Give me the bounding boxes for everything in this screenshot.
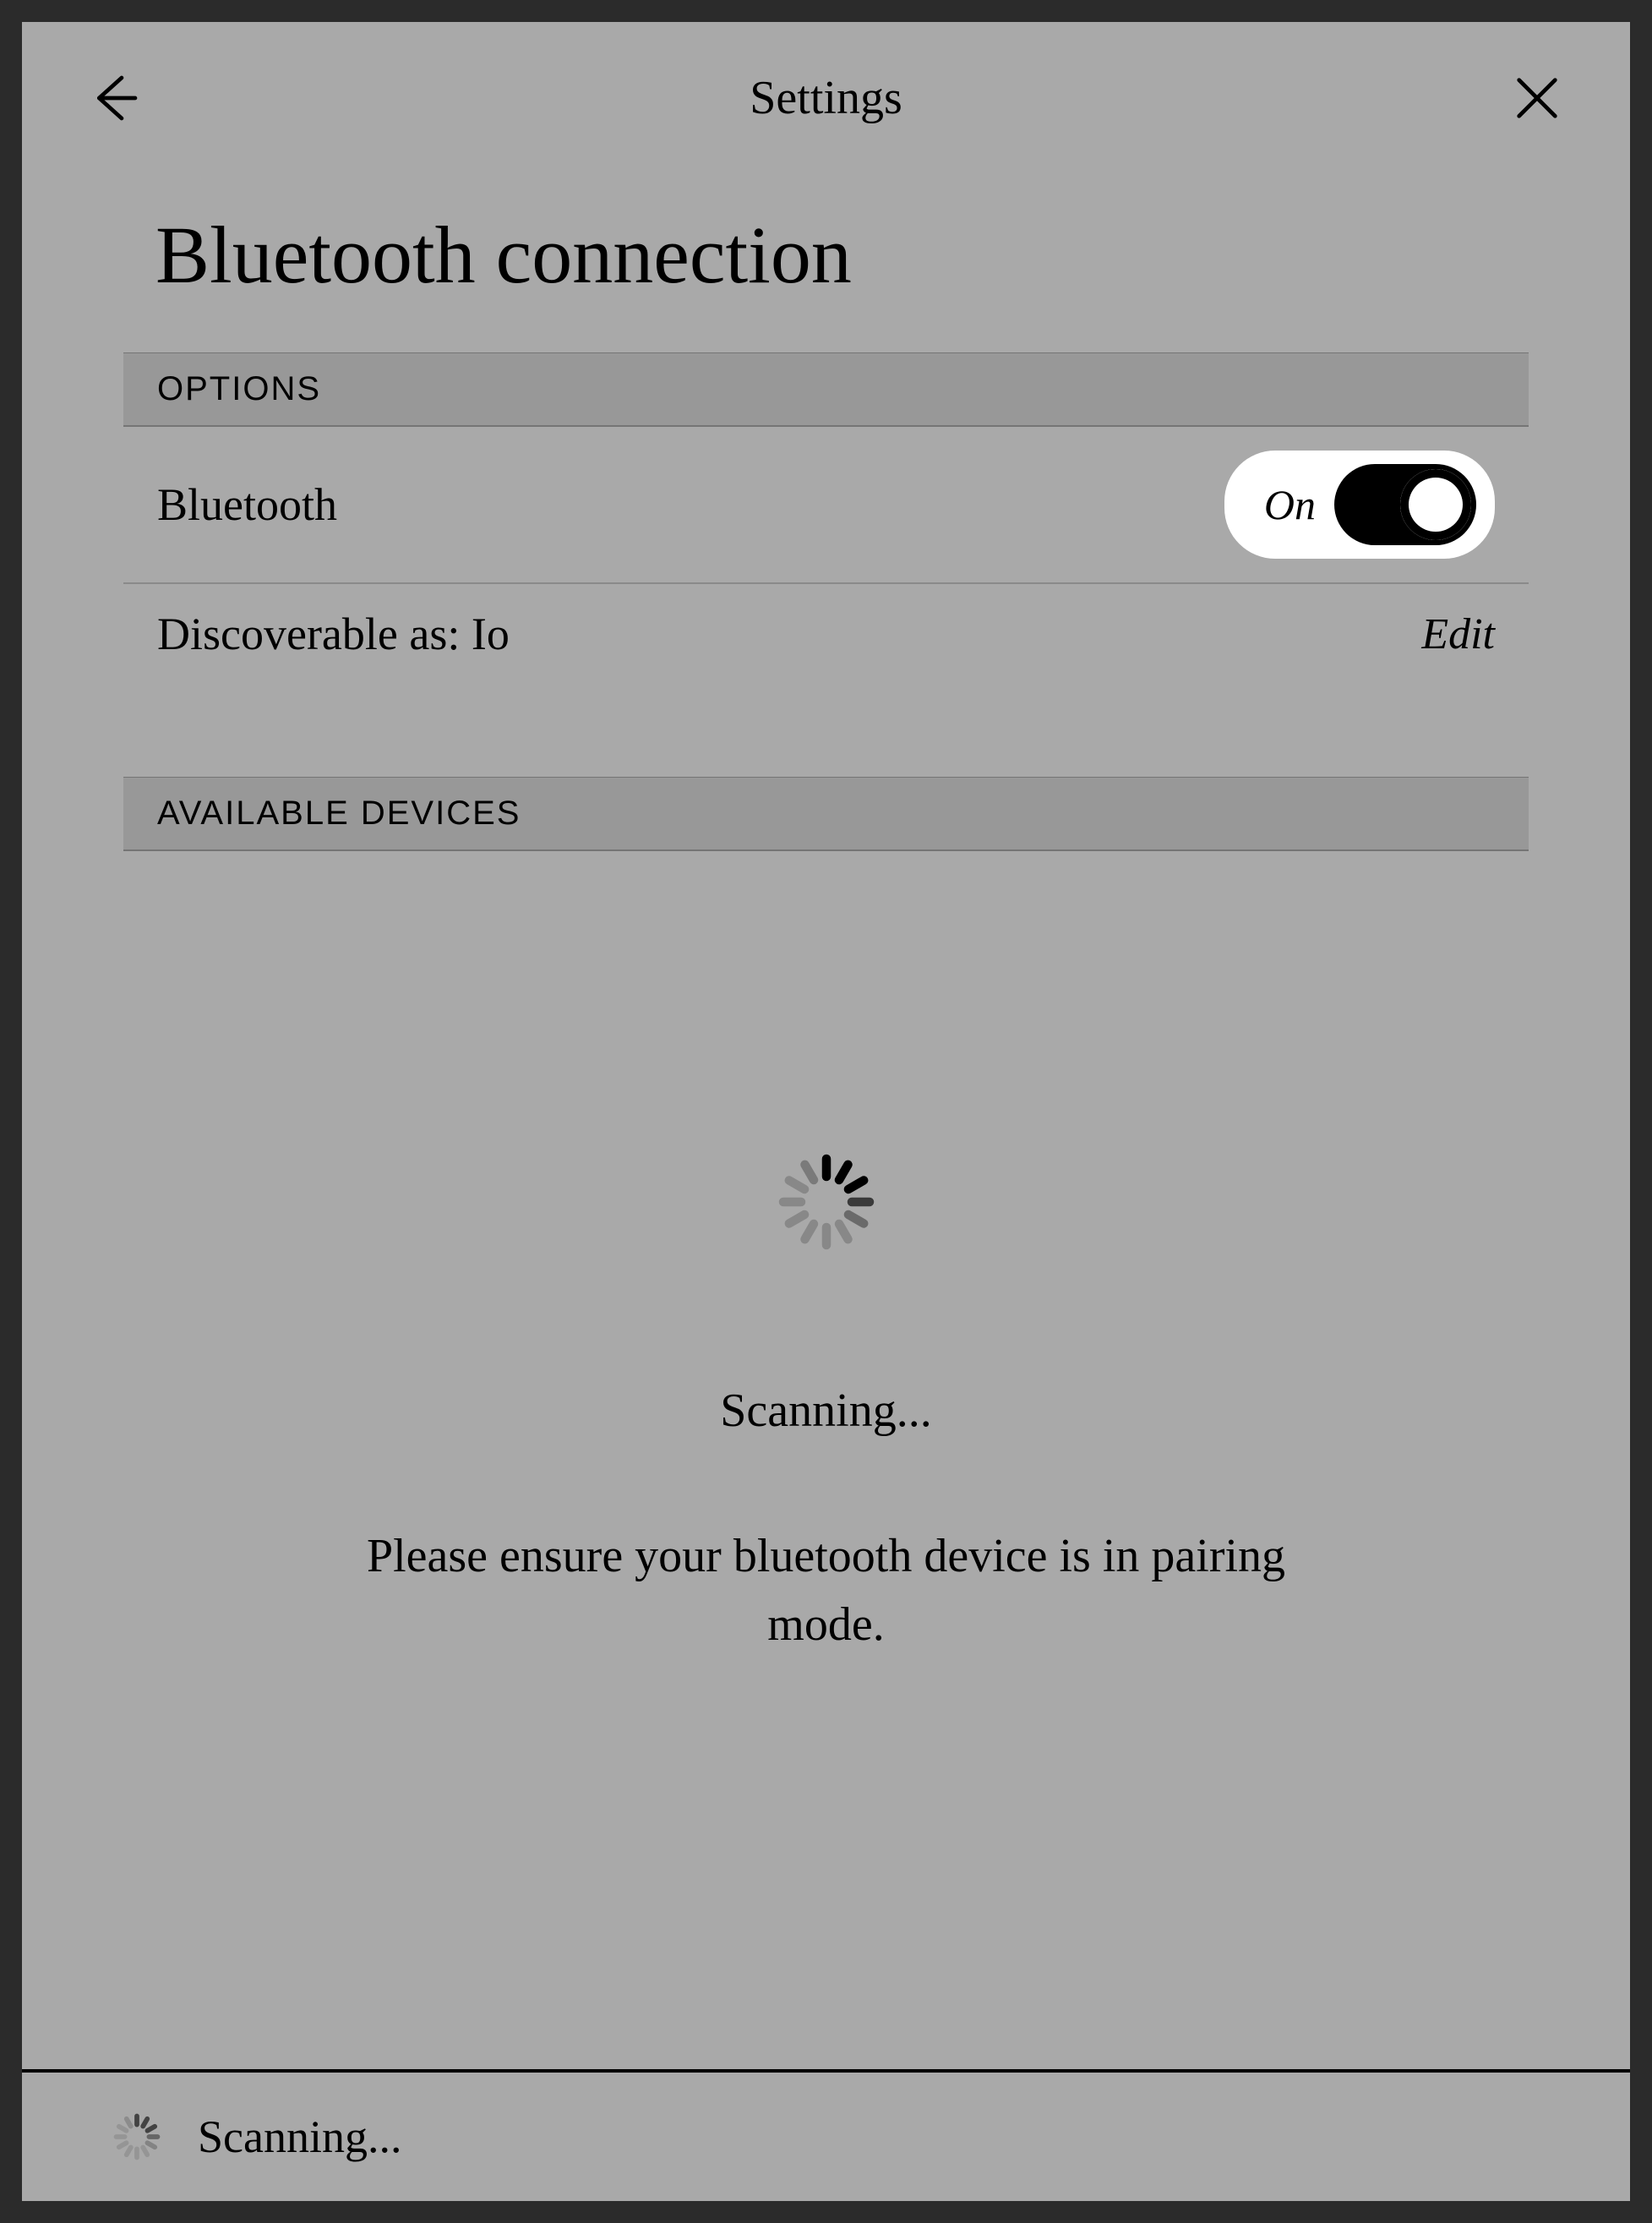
discoverable-label: Discoverable as: Io	[157, 608, 510, 660]
bluetooth-row: Bluetooth On	[123, 427, 1529, 584]
toggle-track-icon	[1334, 464, 1476, 545]
footer: Scanning...	[22, 2069, 1630, 2201]
close-icon	[1510, 71, 1564, 125]
device-frame: Settings Bluetooth connection OPTIONS Bl…	[0, 0, 1652, 2223]
discoverable-row: Discoverable as: Io Edit	[123, 584, 1529, 684]
bluetooth-toggle[interactable]: On	[1224, 451, 1495, 559]
toggle-knob-icon	[1400, 469, 1471, 540]
spinner-icon	[106, 2106, 167, 2167]
toggle-state-text: On	[1264, 480, 1316, 529]
spinner-icon	[763, 1139, 890, 1265]
page-title: Bluetooth connection	[22, 166, 1630, 352]
scanning-hint: Please ensure your bluetooth device is i…	[319, 1522, 1333, 1659]
devices-section: AVAILABLE DEVICES	[22, 777, 1630, 851]
close-button[interactable]	[1503, 64, 1571, 132]
scan-area: Scanning... Please ensure your bluetooth…	[22, 851, 1630, 2069]
footer-status: Scanning...	[198, 2111, 401, 2163]
bluetooth-label: Bluetooth	[157, 478, 337, 531]
screen: Settings Bluetooth connection OPTIONS Bl…	[22, 22, 1630, 2201]
back-button[interactable]	[81, 64, 149, 132]
edit-button[interactable]: Edit	[1421, 609, 1495, 659]
arrow-left-icon	[88, 71, 142, 125]
header: Settings	[22, 22, 1630, 166]
options-section: OPTIONS Bluetooth On Discoverable as: Io…	[22, 352, 1630, 684]
scanning-status: Scanning...	[720, 1384, 931, 1438]
header-title: Settings	[149, 71, 1503, 125]
section-header-devices: AVAILABLE DEVICES	[123, 777, 1529, 851]
section-header-options: OPTIONS	[123, 352, 1529, 427]
